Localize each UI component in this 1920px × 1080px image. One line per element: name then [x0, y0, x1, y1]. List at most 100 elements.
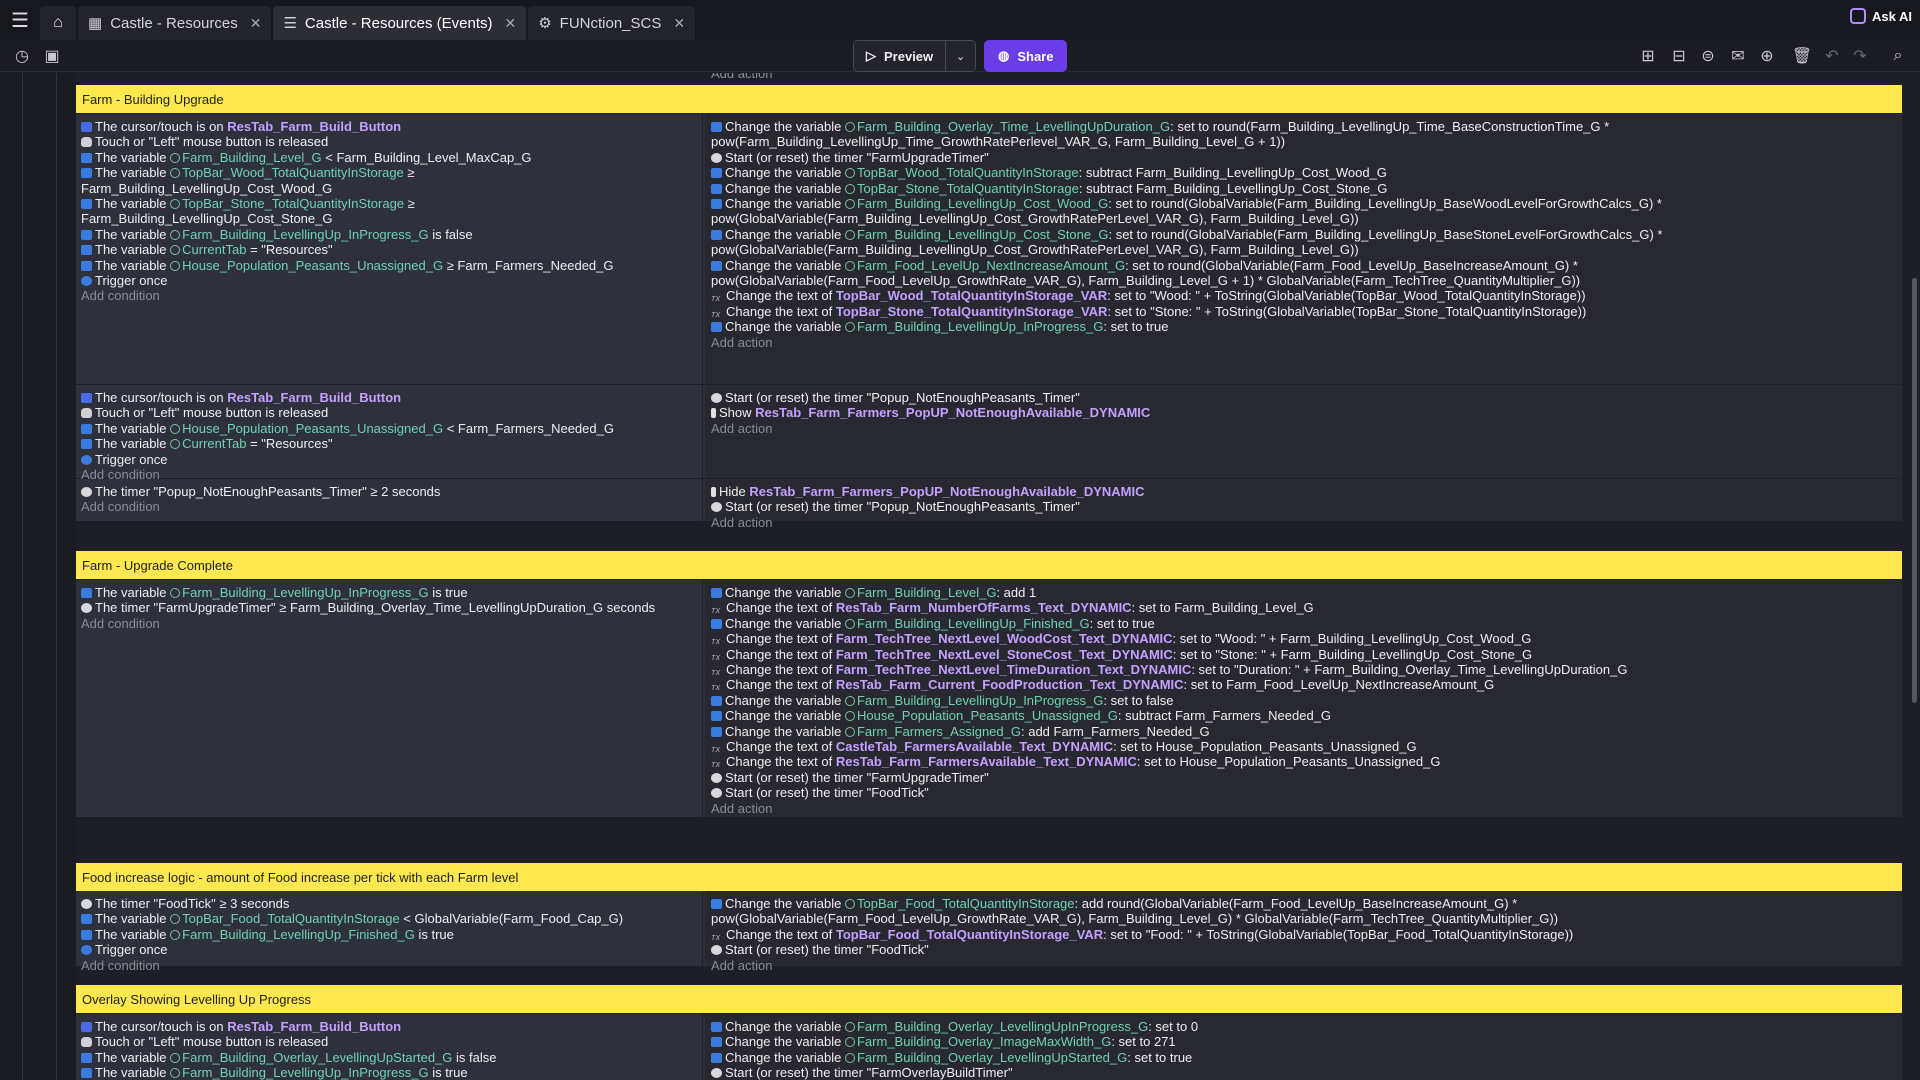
add-condition-button[interactable]: Add condition	[81, 957, 160, 975]
event-not-enough-peasants[interactable]: The cursor/touch is on ResTab_Farm_Build…	[76, 385, 1902, 482]
home-tab[interactable]: ⌂	[40, 6, 76, 40]
variable-name: House_Population_Peasants_Unassigned_G	[182, 257, 444, 273]
text-segment: Change the variable	[725, 692, 845, 708]
actions[interactable]: Change the variable Farm_Building_Level_…	[705, 580, 1902, 817]
conditions[interactable]: The timer "Popup_NotEnoughPeasants_Timer…	[76, 479, 703, 521]
gutter-line	[22, 73, 23, 1080]
event-hide-popup[interactable]: The timer "Popup_NotEnoughPeasants_Timer…	[76, 479, 1902, 530]
text-segment: Change the text of	[726, 754, 836, 770]
add-action-button[interactable]: Add action	[711, 420, 772, 438]
add-action-button[interactable]: Add action	[711, 957, 772, 975]
hamburger-menu-icon[interactable]: ☰	[0, 0, 40, 40]
text-segment: Change the variable	[725, 1034, 845, 1050]
comment-farm-upgrade-complete[interactable]: Farm - Upgrade Complete	[76, 551, 1902, 579]
add-condition-button[interactable]: Add condition	[81, 498, 160, 516]
condition-row[interactable]: The timer "FarmUpgradeTimer" ≥ Farm_Buil…	[81, 599, 655, 617]
tmr-icon	[711, 772, 722, 783]
obj-icon	[81, 1022, 92, 1032]
add-action-button[interactable]: Add action	[711, 800, 772, 818]
tmr-icon	[81, 603, 92, 614]
text-segment: Add condition	[81, 288, 160, 304]
extension-icon: ⚙	[538, 15, 552, 32]
ask-ai-button[interactable]: Ask AI	[1850, 8, 1912, 24]
undo-icon[interactable]: ↶	[1820, 45, 1844, 67]
add-event-icon[interactable]: ⊞	[1636, 45, 1660, 67]
variable-name: Farm_Building_Level_G	[182, 149, 322, 165]
text-segment: : set to round(GlobalVariable(Farm_Build…	[1108, 226, 1663, 242]
event-building-upgrade[interactable]: The cursor/touch is on ResTab_Farm_Build…	[76, 114, 1902, 384]
action-row[interactable]: Change the variable Farm_Building_Levell…	[711, 318, 1168, 336]
conditions[interactable]: The variable Farm_Building_LevellingUp_I…	[76, 580, 703, 817]
actions[interactable]: Change the variable Farm_Building_Overla…	[705, 1014, 1902, 1080]
text-segment: The cursor/touch is on	[95, 390, 228, 405]
var-icon	[711, 183, 722, 194]
text-segment: Change the text of	[726, 303, 836, 319]
conditions[interactable]: The cursor/touch is on ResTab_Farm_Build…	[76, 1014, 703, 1080]
actions[interactable]: Change the variable TopBar_Food_TotalQua…	[705, 891, 1902, 973]
add-other-icon[interactable]: ⊕	[1755, 45, 1779, 67]
conditions[interactable]: The cursor/touch is on ResTab_Farm_Build…	[76, 385, 703, 482]
actions[interactable]: Hide ResTab_Farm_Farmers_PopUP_NotEnough…	[705, 479, 1902, 530]
globe-icon	[844, 1022, 855, 1032]
text-segment: Change the text of	[726, 662, 836, 677]
variable-name: TopBar_Wood_TotalQuantityInStorage	[856, 165, 1079, 181]
search-icon[interactable]: ⌕	[1886, 45, 1910, 67]
text-segment: Add condition	[81, 957, 160, 973]
text-segment: The timer "FoodTick" ≥ 3 seconds	[95, 896, 290, 911]
action-row[interactable]: Start (or reset) the timer "FarmOverlayB…	[711, 1064, 1013, 1080]
comment-food-increase[interactable]: Food increase logic - amount of Food inc…	[76, 863, 1902, 891]
play-icon: ▷	[866, 48, 876, 63]
text-segment: is true	[428, 1065, 468, 1080]
add-condition-button[interactable]: Add condition	[81, 287, 160, 305]
var-icon	[711, 322, 722, 333]
tmr-icon	[711, 788, 722, 799]
tab-castle-resources[interactable]: ▦ Castle - Resources ✕	[78, 6, 272, 40]
add-subevent-icon[interactable]: ⊟	[1667, 45, 1691, 67]
text-segment: Change the text of	[726, 288, 836, 304]
conditions[interactable]: The timer "FoodTick" ≥ 3 seconds The vari…	[76, 891, 703, 973]
delete-icon[interactable]: 🗑	[1790, 45, 1814, 67]
event-food-tick[interactable]: The timer "FoodTick" ≥ 3 seconds The vari…	[76, 891, 1902, 973]
conditions[interactable]: The cursor/touch is on ResTab_Farm_Build…	[76, 114, 703, 384]
actions[interactable]: Change the variable Farm_Building_Overla…	[705, 114, 1902, 384]
tab-castle-resources-events[interactable]: ☰ Castle - Resources (Events) ✕	[273, 6, 527, 40]
actions[interactable]: Start (or reset) the timer "Popup_NotEno…	[705, 385, 1902, 478]
text-segment: Change the variable	[725, 226, 845, 242]
close-icon[interactable]: ✕	[673, 15, 685, 32]
chevron-down-icon[interactable]: ⌄	[945, 41, 976, 71]
tab-function-scs[interactable]: ⚙ FUNction_SCS ✕	[528, 6, 696, 40]
event-overlay-progress[interactable]: The cursor/touch is on ResTab_Farm_Build…	[76, 1014, 1902, 1080]
text-segment: Trigger once	[95, 273, 168, 288]
close-icon[interactable]: ✕	[250, 15, 262, 32]
add-condition-button[interactable]: Add condition	[81, 615, 160, 633]
text-segment: The variable	[95, 911, 171, 927]
tmr-icon	[81, 487, 92, 497]
save-icon[interactable]: ▣	[40, 45, 64, 67]
add-comment-icon[interactable]: ✉	[1726, 45, 1750, 67]
variable-name: Farm_Building_LevellingUp_InProgress_G	[182, 585, 429, 600]
event-upgrade-complete[interactable]: The variable Farm_Building_LevellingUp_I…	[76, 580, 1902, 817]
preview-button[interactable]: ▷ Preview	[854, 41, 946, 71]
close-icon[interactable]: ✕	[504, 15, 516, 32]
comment-farm-building-upgrade[interactable]: Farm - Building Upgrade	[76, 85, 1902, 113]
comment-overlay-progress[interactable]: Overlay Showing Levelling Up Progress	[76, 985, 1902, 1013]
text-segment: : add Farm_Farmers_Needed_G	[1020, 723, 1210, 739]
text-segment: is false	[428, 226, 473, 242]
txt-icon: ᴛx	[711, 744, 721, 754]
ghost-add-action[interactable]: Add action	[711, 73, 772, 83]
share-button[interactable]: ◍ Share	[984, 40, 1068, 72]
history-icon[interactable]: ◷	[10, 45, 34, 67]
action-row[interactable]: Show ResTab_Farm_Farmers_PopUP_NotEnough…	[711, 404, 1150, 422]
add-action-button[interactable]: Add action	[711, 514, 772, 532]
redo-icon[interactable]: ↷	[1848, 45, 1872, 67]
text-segment: Change the variable	[725, 196, 845, 211]
text-segment: : set to round(GlobalVariable(Farm_Food_…	[1125, 257, 1578, 273]
ai-icon	[1850, 8, 1867, 24]
var-icon	[711, 711, 722, 722]
add-group-icon[interactable]: ⊜	[1696, 45, 1720, 67]
text-segment: < GlobalVariable(Farm_Food_Cap_G)	[399, 911, 624, 927]
vertical-scrollbar[interactable]	[1912, 278, 1917, 703]
add-action-button[interactable]: Add action	[711, 334, 772, 352]
text-segment: Start (or reset) the timer "FoodTick"	[725, 785, 929, 801]
condition-row[interactable]: The variable Farm_Building_LevellingUp_I…	[81, 1064, 468, 1080]
